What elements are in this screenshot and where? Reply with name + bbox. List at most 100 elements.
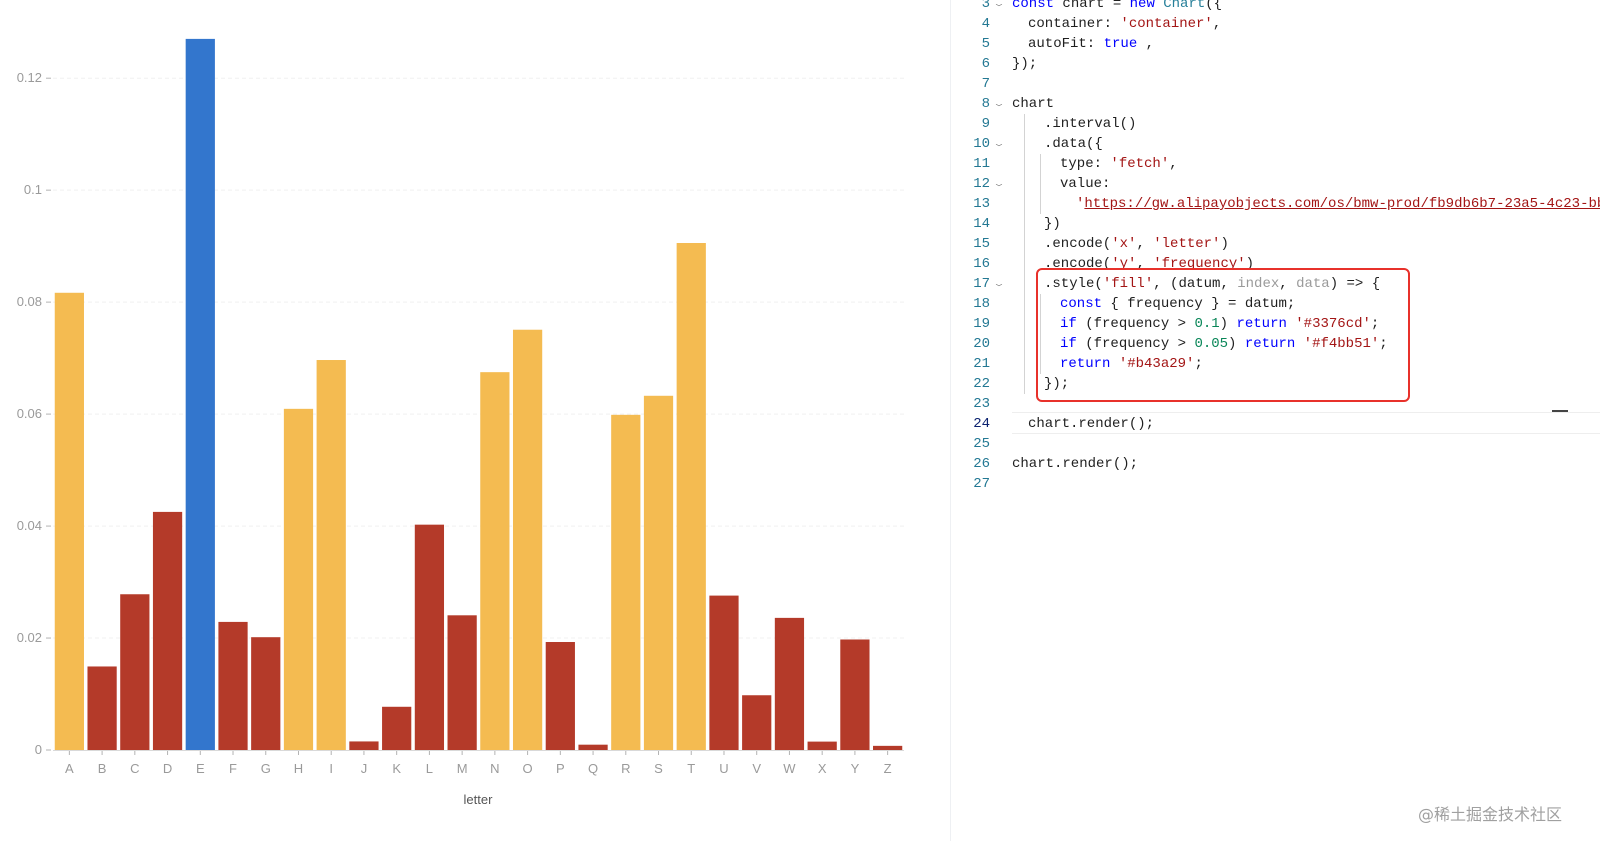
- x-tick-label: L: [426, 761, 433, 776]
- bar-x[interactable]: [807, 741, 837, 750]
- fold-chevron-icon[interactable]: ⌵: [991, 138, 1007, 150]
- x-tick-label: A: [65, 761, 74, 776]
- chart-preview-pane: 0 0.02 0.04 0.06 0.08 0.1 0.12 A B C D E F G H I J K L M N O P…: [0, 0, 950, 841]
- fold-chevron-icon[interactable]: ⌵: [991, 0, 1007, 10]
- code-line[interactable]: 5 autoFit: true ,: [955, 34, 1600, 54]
- x-tick-label: P: [556, 761, 565, 776]
- code-line[interactable]: 4 container: 'container',: [955, 14, 1600, 34]
- code-line[interactable]: 8 ⌵ chart: [955, 94, 1600, 114]
- bar-q[interactable]: [578, 744, 608, 750]
- bar-p[interactable]: [545, 642, 575, 750]
- x-tick-label: E: [196, 761, 205, 776]
- x-tick-label: H: [294, 761, 303, 776]
- watermark: @稀土掘金技术社区: [1417, 805, 1562, 824]
- line-number: 17: [973, 276, 990, 292]
- line-number: 9: [981, 116, 990, 132]
- indent-guide: [1024, 214, 1025, 234]
- x-tick-label: K: [392, 761, 401, 776]
- code-text: type: 'fetch',: [1060, 156, 1178, 172]
- x-tick-label: D: [163, 761, 172, 776]
- bar-o[interactable]: [512, 329, 543, 750]
- bar-s[interactable]: [643, 395, 674, 750]
- indent-guide: [1024, 194, 1025, 214]
- bar-a[interactable]: [54, 292, 84, 750]
- code-line[interactable]: 6});: [955, 54, 1600, 74]
- indent-guide: [1024, 274, 1025, 294]
- indent-guide: [1024, 114, 1025, 134]
- indent-guide: [1024, 354, 1025, 374]
- x-tick-label: U: [719, 761, 728, 776]
- x-tick-label: C: [130, 761, 139, 776]
- bar-h[interactable]: [283, 408, 314, 750]
- line-number: 19: [973, 316, 990, 332]
- x-tick-label: S: [654, 761, 663, 776]
- bar-v[interactable]: [742, 695, 772, 750]
- x-tick-label: V: [752, 761, 761, 776]
- line-number: 25: [973, 436, 990, 452]
- pane-divider[interactable]: [950, 0, 951, 841]
- bar-z[interactable]: [873, 745, 903, 750]
- code-text: autoFit: true ,: [1028, 36, 1155, 52]
- bar-r[interactable]: [611, 414, 641, 750]
- y-tick-label: 0.12: [17, 70, 42, 85]
- bar-e[interactable]: [185, 38, 215, 750]
- code-line[interactable]: 15 .encode('x', 'letter'): [955, 234, 1600, 254]
- code-line[interactable]: 11 type: 'fetch',: [955, 154, 1600, 174]
- code-line[interactable]: 25: [955, 434, 1600, 454]
- code-line[interactable]: 27: [955, 474, 1600, 494]
- line-number: 11: [973, 156, 990, 172]
- x-tick-label: G: [261, 761, 271, 776]
- code-text: 'https://gw.alipayobjects.com/os/bmw-pro…: [1076, 196, 1600, 212]
- indent-guide: [1024, 254, 1025, 274]
- x-tick-label: Y: [851, 761, 860, 776]
- bar-j[interactable]: [349, 741, 379, 750]
- line-number: 10: [973, 136, 990, 152]
- bar-i[interactable]: [316, 360, 346, 750]
- code-line[interactable]: 12 ⌵ value:: [955, 174, 1600, 194]
- code-line[interactable]: 13 'https://gw.alipayobjects.com/os/bmw-p…: [955, 194, 1600, 214]
- bar-l[interactable]: [414, 524, 445, 750]
- bar-n[interactable]: [480, 372, 510, 750]
- line-number: 5: [981, 36, 990, 52]
- line-number: 24: [973, 416, 990, 432]
- bar-g[interactable]: [251, 637, 281, 750]
- fold-chevron-icon[interactable]: ⌵: [991, 178, 1007, 190]
- code-line[interactable]: 26 chart.render();: [955, 454, 1600, 474]
- indent-guide: [1024, 154, 1025, 174]
- bar-y[interactable]: [840, 639, 870, 750]
- x-axis-title: letter: [464, 792, 494, 807]
- line-number: 26: [973, 456, 990, 472]
- code-line[interactable]: 14}): [955, 214, 1600, 234]
- code-text: chart: [1012, 96, 1055, 112]
- x-tick-label: T: [687, 761, 695, 776]
- fold-chevron-icon[interactable]: ⌵: [991, 278, 1007, 290]
- indent-guide: [1040, 194, 1041, 214]
- x-tick-label: Z: [884, 761, 892, 776]
- code-line[interactable]: 9 .interval(): [955, 114, 1600, 134]
- code-text: container: 'container',: [1028, 16, 1222, 32]
- bar-b[interactable]: [87, 666, 117, 750]
- bar-u[interactable]: [709, 595, 739, 750]
- bar-k[interactable]: [382, 706, 412, 750]
- code-line[interactable]: 7: [955, 74, 1600, 94]
- bar-w[interactable]: [774, 617, 805, 750]
- code-line[interactable]: 10 ⌵ .data({: [955, 134, 1600, 154]
- line-number: 7: [981, 76, 990, 92]
- bar-m[interactable]: [447, 615, 477, 750]
- code-text: const chart = new Chart({: [1012, 0, 1223, 12]
- line-number: 21: [973, 356, 990, 372]
- scroll-marker: [1552, 410, 1568, 412]
- code-line[interactable]: 3 ⌵ const chart = new Chart({: [955, 0, 1600, 14]
- x-tick-label: I: [329, 761, 333, 776]
- bar-c[interactable]: [120, 594, 150, 750]
- bar-f[interactable]: [218, 621, 248, 750]
- bar-t[interactable]: [676, 243, 706, 751]
- line-number: 22: [973, 376, 990, 392]
- line-number: 3: [981, 0, 990, 12]
- x-tick-label: W: [783, 761, 796, 776]
- line-number: 18: [973, 296, 990, 312]
- fold-chevron-icon[interactable]: ⌵: [991, 98, 1007, 110]
- bar-d[interactable]: [152, 511, 183, 750]
- code-text: .encode('x', 'letter'): [1044, 236, 1229, 252]
- line-number: 23: [973, 396, 990, 412]
